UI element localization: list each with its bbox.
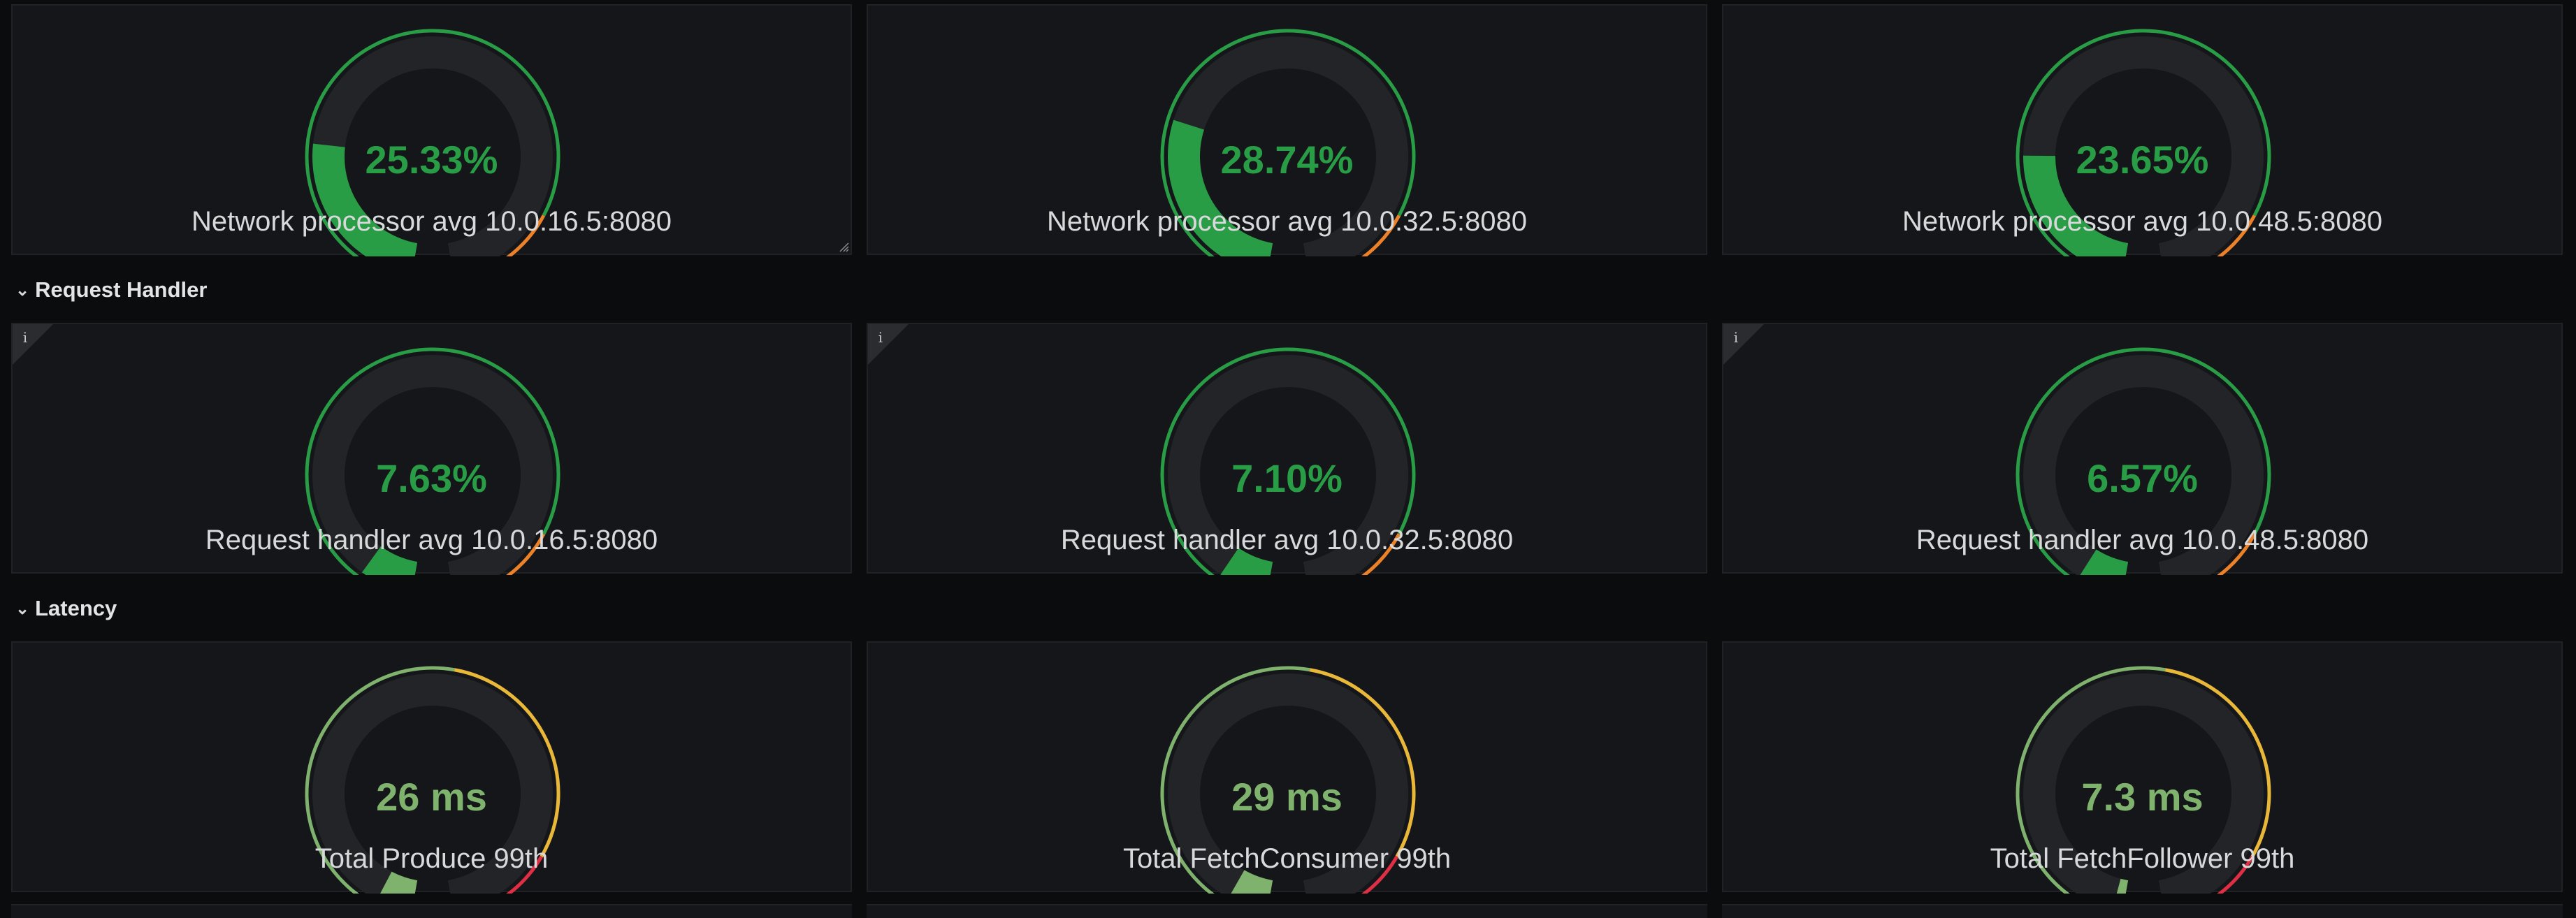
gauge-value: 29 ms — [1231, 775, 1343, 819]
gauge-panel[interactable] — [1722, 904, 2563, 918]
gauge-value: 6.57% — [2087, 456, 2198, 500]
gauge-value: 28.74% — [1220, 138, 1354, 182]
panel-title: Network processor avg 10.0.16.5:8080 — [191, 206, 672, 237]
gauge-value: 7.10% — [1231, 456, 1343, 500]
gauge-value: 7.3 ms — [2081, 775, 2204, 819]
panel-title: Request handler avg 10.0.32.5:8080 — [1060, 525, 1514, 555]
info-icon[interactable]: i — [13, 324, 55, 366]
gauge-value: 25.33% — [365, 138, 498, 182]
panel-title: Network processor avg 10.0.32.5:8080 — [1046, 206, 1528, 237]
panel-title: Total FetchFollower 99th — [1990, 843, 2295, 874]
gauge-panel[interactable]: 7.10% Request handler avg 10.0.32.5:8080 i — [867, 323, 1707, 575]
panel-title: Total FetchConsumer 99th — [1122, 843, 1452, 874]
svg-text:i: i — [878, 329, 883, 346]
info-icon[interactable]: i — [1723, 324, 1765, 366]
row-header-label: Request Handler — [35, 277, 208, 302]
gauge-value: 7.63% — [376, 456, 487, 500]
panel-title: Request handler avg 10.0.16.5:8080 — [205, 525, 658, 555]
gauge-value: 26 ms — [376, 775, 487, 819]
chevron-down-icon: ⌄ — [15, 280, 30, 300]
gauge-panel[interactable]: 7.63% Request handler avg 10.0.16.5:8080 i — [11, 323, 852, 575]
svg-text:i: i — [23, 329, 27, 346]
chevron-down-icon: ⌄ — [15, 599, 30, 618]
row-header-request-handler[interactable]: ⌄ Request Handler — [15, 276, 207, 304]
gauge-panel[interactable]: 6.57% Request handler avg 10.0.48.5:8080 i — [1722, 323, 2563, 575]
row-header-latency[interactable]: ⌄ Latency — [15, 595, 117, 622]
gauge-panel[interactable]: 28.74% Network processor avg 10.0.32.5:80… — [867, 4, 1707, 256]
panel-title: Total Produce 99th — [314, 843, 549, 874]
gauge-panel[interactable]: 29 ms Total FetchConsumer 99th — [867, 641, 1707, 894]
gauge-panel[interactable]: 25.33% Network processor avg 10.0.16.5:80… — [11, 4, 852, 256]
gauge-panel[interactable] — [867, 904, 1707, 918]
gauge-panel[interactable]: 7.3 ms Total FetchFollower 99th — [1722, 641, 2563, 894]
gauge-value: 23.65% — [2076, 138, 2209, 182]
gauge-panel[interactable] — [11, 904, 852, 918]
info-icon[interactable]: i — [868, 324, 910, 366]
row-header-label: Latency — [35, 596, 117, 620]
gauge-panel[interactable]: 26 ms Total Produce 99th — [11, 641, 852, 894]
resize-handle[interactable] — [839, 242, 849, 252]
gauge-panel[interactable]: 23.65% Network processor avg 10.0.48.5:80… — [1722, 4, 2563, 256]
svg-text:i: i — [1734, 329, 1738, 346]
panel-title: Network processor avg 10.0.48.5:8080 — [1902, 206, 2383, 237]
panel-title: Request handler avg 10.0.48.5:8080 — [1916, 525, 2369, 555]
